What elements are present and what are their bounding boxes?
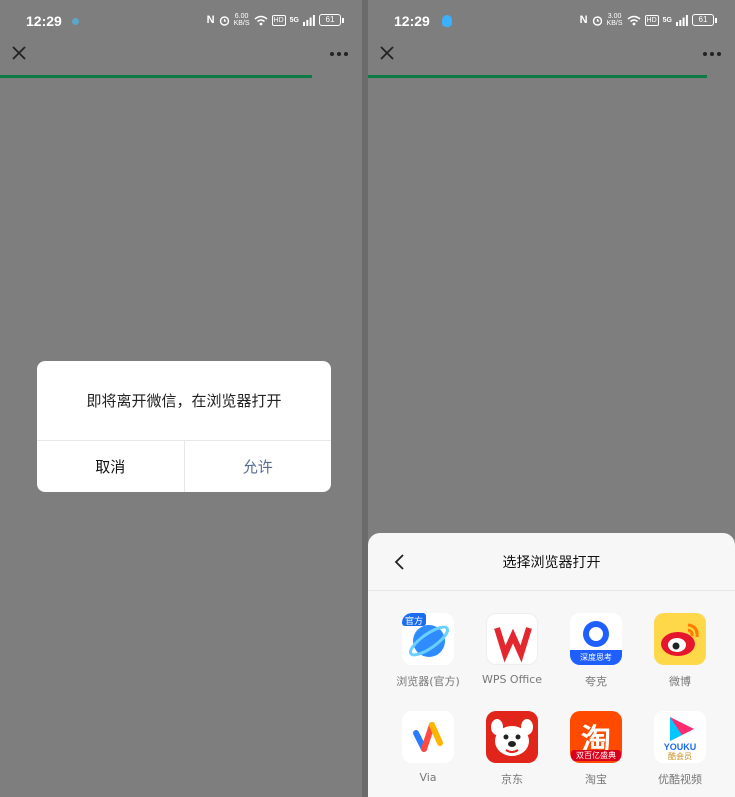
app-taobao[interactable]: 淘 双百亿盛典 淘宝 — [554, 711, 638, 787]
back-icon[interactable] — [392, 552, 408, 572]
page-load-progress — [0, 75, 312, 78]
taobao-icon: 淘 双百亿盛典 — [570, 711, 622, 763]
app-grid: 官方 浏览器(官方) WPS Office 深度思考 夸克 微博 Via 京东 … — [386, 613, 720, 787]
app-browser[interactable]: 官方 浏览器(官方) — [386, 613, 470, 689]
quark-badge: 深度思考 — [580, 653, 612, 662]
sheet-title: 选择浏览器打开 — [502, 554, 601, 571]
wifi-icon — [627, 15, 641, 25]
quark-icon: 深度思考 — [570, 613, 622, 665]
app-label: 浏览器(官方) — [396, 675, 460, 688]
signal-5g: 5G — [662, 16, 672, 24]
signal-bars-icon — [676, 14, 688, 26]
browser-chooser-sheet: 选择浏览器打开 官方 浏览器(官方) WPS Office 深度思考 夸克 微博… — [368, 533, 735, 797]
battery-level: 61 — [692, 14, 714, 26]
leave-wechat-dialog: 即将离开微信，在浏览器打开 取消 允许 — [37, 361, 331, 492]
via-icon — [402, 711, 454, 763]
cancel-button[interactable]: 取消 — [37, 441, 185, 492]
app-jd[interactable]: 京东 — [470, 711, 554, 787]
alarm-icon — [592, 15, 602, 26]
allow-button[interactable]: 允许 — [185, 441, 332, 492]
app-quark[interactable]: 深度思考 夸克 — [554, 613, 638, 689]
app-wps-office[interactable]: WPS Office — [470, 613, 554, 689]
battery-icon: 61 — [692, 14, 717, 26]
battery-level: 61 — [319, 14, 341, 26]
browser-icon: 官方 — [402, 613, 454, 665]
web-nav-bar — [0, 42, 362, 76]
status-bar: 12:29 N 6.00 KB/S HD 5G 61 — [0, 0, 362, 42]
app-weibo[interactable]: 微博 — [638, 613, 722, 689]
status-icons: N 6.00 KB/S HD 5G 61 — [207, 13, 344, 27]
hd-icon: HD — [271, 14, 286, 26]
notification-dot-icon — [71, 17, 79, 25]
right-screen: 12:29 N 3.00 KB/S HD 5G 61 选择浏览器打开 官方 浏览… — [368, 0, 735, 797]
nfc-icon: N — [579, 14, 588, 26]
status-icons: N 3.00 KB/S HD 5G 61 — [580, 13, 717, 27]
app-label: WPS Office — [481, 673, 543, 686]
web-nav-bar — [368, 42, 735, 76]
close-icon[interactable] — [378, 44, 396, 62]
app-label: 优酷视频 — [658, 773, 702, 786]
page-load-progress — [368, 75, 707, 78]
youku-badge: 酷会员 — [668, 752, 692, 761]
status-time: 12:29 — [394, 13, 430, 29]
jd-icon — [486, 711, 538, 763]
alarm-icon — [219, 15, 229, 26]
youku-icon: YOUKU 酷会员 — [654, 711, 706, 763]
status-bar: 12:29 N 3.00 KB/S HD 5G 61 — [368, 0, 735, 42]
nfc-icon: N — [206, 14, 215, 26]
battery-icon: 61 — [319, 14, 344, 26]
wifi-icon — [254, 15, 268, 25]
dialog-message: 即将离开微信，在浏览器打开 — [37, 361, 331, 441]
status-time: 12:29 — [26, 13, 62, 29]
app-via[interactable]: Via — [386, 711, 470, 787]
hd-icon: HD — [644, 14, 659, 26]
sheet-header: 选择浏览器打开 — [368, 533, 735, 591]
browser-badge: 官方 — [405, 617, 424, 627]
app-label: 淘宝 — [585, 773, 607, 786]
signal-bars-icon — [303, 14, 315, 26]
left-screen: 12:29 N 6.00 KB/S HD 5G 61 即将离开微信，在浏览器打开… — [0, 0, 362, 797]
qq-notification-icon — [441, 15, 452, 27]
app-label: Via — [419, 771, 437, 784]
more-icon[interactable] — [328, 44, 350, 62]
network-speed: 6.00 KB/S — [233, 13, 250, 27]
signal-5g: 5G — [289, 16, 299, 24]
wps-icon — [486, 613, 538, 665]
taobao-badge: 双百亿盛典 — [571, 750, 621, 761]
weibo-icon — [654, 613, 706, 665]
close-icon[interactable] — [10, 44, 28, 62]
app-label: 京东 — [501, 773, 523, 786]
app-label: 微博 — [669, 675, 691, 688]
app-youku[interactable]: YOUKU 酷会员 优酷视频 — [638, 711, 722, 787]
more-icon[interactable] — [701, 44, 723, 62]
network-speed: 3.00 KB/S — [606, 13, 623, 27]
app-label: 夸克 — [585, 675, 607, 688]
dialog-buttons: 取消 允许 — [37, 441, 331, 492]
